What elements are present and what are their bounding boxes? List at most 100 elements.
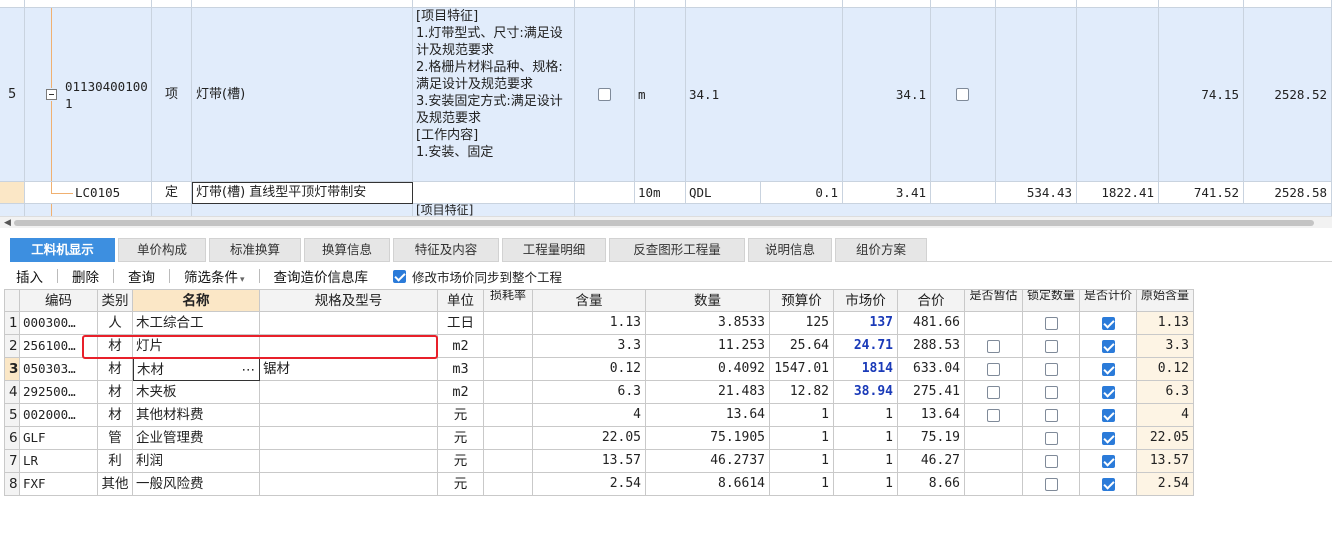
delete-button[interactable]: 删除 <box>72 266 99 286</box>
resource-original-content[interactable]: 13.57 <box>1137 450 1194 473</box>
row-number[interactable]: 5 <box>0 8 25 182</box>
column-header-cat[interactable]: 类别 <box>98 289 133 312</box>
resource-budget[interactable]: 1 <box>770 427 834 450</box>
resource-est-cell[interactable] <box>965 335 1023 358</box>
resource-original-content[interactable]: 1.13 <box>1137 312 1194 335</box>
column-header-unit[interactable]: 单位 <box>438 289 484 312</box>
resource-total[interactable]: 8.66 <box>898 473 965 496</box>
checkbox-icon[interactable] <box>1044 362 1058 376</box>
resource-budget[interactable]: 1 <box>770 473 834 496</box>
resource-name[interactable]: 木材 ⋯ <box>133 358 260 381</box>
resource-pricing-cell[interactable] <box>1080 473 1137 496</box>
resource-qty[interactable]: 46.2737 <box>646 450 770 473</box>
resource-lock-cell[interactable] <box>1023 381 1080 404</box>
tab-unit-price-composition[interactable]: 单价构成 <box>118 238 206 262</box>
sync-market-price-toggle[interactable]: 修改市场价同步到整个工程 <box>393 267 562 286</box>
resource-content[interactable]: 22.05 <box>533 427 646 450</box>
column-header-spec[interactable]: 规格及型号 <box>260 289 438 312</box>
checkbox-icon[interactable] <box>987 385 1000 399</box>
checkbox-icon[interactable] <box>956 88 969 101</box>
checkbox-icon[interactable] <box>1044 339 1058 353</box>
resource-loss-rate[interactable] <box>484 312 533 335</box>
resource-category[interactable]: 管 <box>98 427 133 450</box>
resource-code[interactable]: 002000… <box>20 404 98 427</box>
resource-market-price[interactable]: 1 <box>834 450 898 473</box>
resource-spec[interactable] <box>260 312 438 335</box>
resource-loss-rate[interactable] <box>484 381 533 404</box>
resource-category[interactable]: 材 <box>98 358 133 381</box>
resource-code[interactable]: 292500… <box>20 381 98 404</box>
resource-original-content[interactable]: 22.05 <box>1137 427 1194 450</box>
row-number[interactable]: 5 <box>4 404 20 427</box>
resource-market-price[interactable]: 1 <box>834 427 898 450</box>
resource-est-cell[interactable] <box>965 381 1023 404</box>
resource-pricing-cell[interactable] <box>1080 335 1137 358</box>
resource-spec[interactable] <box>260 427 438 450</box>
scroll-left-arrow-icon[interactable]: ◀ <box>4 218 11 228</box>
resource-budget[interactable]: 1 <box>770 404 834 427</box>
resource-code[interactable]: 050303… <box>20 358 98 381</box>
resource-spec[interactable] <box>260 404 438 427</box>
resource-total[interactable]: 75.19 <box>898 427 965 450</box>
column-header-pricing[interactable]: 是否计价 <box>1080 289 1137 312</box>
resource-unit[interactable]: 工日 <box>438 312 484 335</box>
resource-loss-rate[interactable] <box>484 358 533 381</box>
resource-budget[interactable]: 1 <box>770 450 834 473</box>
column-header-code[interactable]: 编码 <box>20 289 98 312</box>
resource-code[interactable]: 256100… <box>20 335 98 358</box>
resource-unit[interactable]: 元 <box>438 404 484 427</box>
resource-spec[interactable] <box>260 473 438 496</box>
column-header-name[interactable]: 名称 <box>133 289 260 312</box>
resource-lock-cell[interactable] <box>1023 312 1080 335</box>
column-header-loss[interactable]: 损耗率 <box>484 289 533 312</box>
row-number[interactable]: 4 <box>4 381 20 404</box>
resource-est-cell[interactable] <box>965 312 1023 335</box>
column-header-orig[interactable]: 原始含量 <box>1137 289 1194 312</box>
resource-budget[interactable]: 25.64 <box>770 335 834 358</box>
resource-unit[interactable]: m3 <box>438 358 484 381</box>
insert-button[interactable]: 插入 <box>16 266 43 286</box>
resource-market-price[interactable]: 1 <box>834 404 898 427</box>
row-number[interactable]: 3 <box>4 358 20 381</box>
resource-code[interactable]: 000300… <box>20 312 98 335</box>
resource-category[interactable]: 其他 <box>98 473 133 496</box>
resource-name[interactable]: 其他材料费 <box>133 404 260 427</box>
resource-budget[interactable]: 125 <box>770 312 834 335</box>
resource-unit[interactable]: 元 <box>438 427 484 450</box>
resource-content[interactable]: 2.54 <box>533 473 646 496</box>
resource-original-content[interactable]: 2.54 <box>1137 473 1194 496</box>
resource-category[interactable]: 利 <box>98 450 133 473</box>
resource-market-price[interactable]: 137 <box>834 312 898 335</box>
resource-category[interactable]: 人 <box>98 312 133 335</box>
checkbox-icon[interactable] <box>1044 408 1058 422</box>
checkbox-icon[interactable] <box>1044 477 1058 491</box>
resource-content[interactable]: 6.3 <box>533 381 646 404</box>
resource-budget[interactable]: 1547.01 <box>770 358 834 381</box>
tab-resources[interactable]: 工料机显示 <box>10 238 115 262</box>
resource-name[interactable]: 企业管理费 <box>133 427 260 450</box>
resource-code[interactable]: FXF <box>20 473 98 496</box>
resource-qty[interactable]: 8.6614 <box>646 473 770 496</box>
resource-est-cell[interactable] <box>965 450 1023 473</box>
quota-name-input[interactable]: 灯带(槽) 直线型平顶灯带制安 <box>192 182 413 204</box>
resource-loss-rate[interactable] <box>484 427 533 450</box>
resource-spec[interactable] <box>260 450 438 473</box>
column-header-market[interactable]: 市场价 <box>834 289 898 312</box>
resource-content[interactable]: 1.13 <box>533 312 646 335</box>
resource-qty[interactable]: 11.253 <box>646 335 770 358</box>
resource-lock-cell[interactable] <box>1023 450 1080 473</box>
item-features[interactable]: [项目特征] 1.灯带型式、尺寸:满足设计及规范要求 2.格栅片材料品种、规格:… <box>413 8 575 182</box>
quota-code-cell[interactable]: LC0105 <box>25 182 152 204</box>
resource-lock-cell[interactable] <box>1023 358 1080 381</box>
resource-spec[interactable] <box>260 335 438 358</box>
checkbox-icon[interactable] <box>598 88 611 101</box>
tab-description[interactable]: 说明信息 <box>748 238 832 262</box>
resource-total[interactable]: 633.04 <box>898 358 965 381</box>
resource-unit[interactable]: 元 <box>438 473 484 496</box>
resource-qty[interactable]: 13.64 <box>646 404 770 427</box>
checkbox-icon[interactable] <box>1044 431 1058 445</box>
resource-qty[interactable]: 75.1905 <box>646 427 770 450</box>
resource-market-price[interactable]: 1814 <box>834 358 898 381</box>
checkbox-icon[interactable] <box>1101 316 1115 330</box>
scrollbar-thumb[interactable] <box>14 220 1314 226</box>
